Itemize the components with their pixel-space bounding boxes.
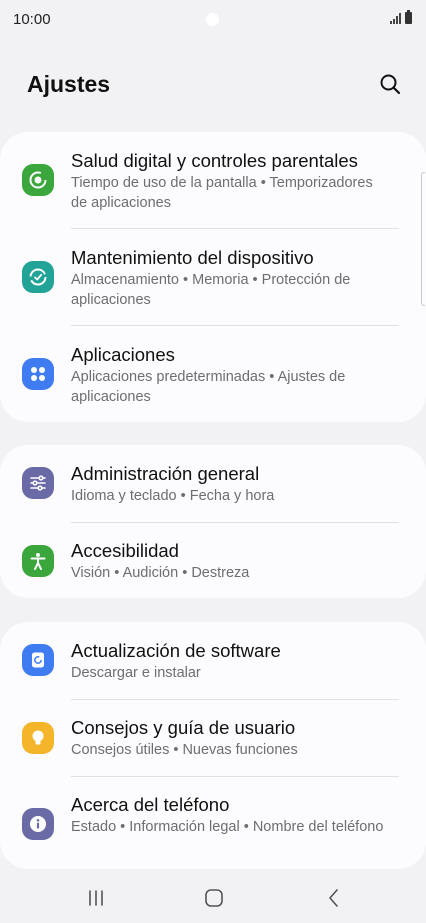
device-care-icon: [22, 261, 54, 293]
apps-icon: [22, 358, 54, 390]
item-subtitle: Almacenamiento • Memoria • Protección de…: [71, 272, 351, 308]
home-icon: [205, 889, 223, 907]
item-subtitle: Estado • Información legal • Nombre del …: [71, 819, 384, 835]
header: Ajustes: [0, 60, 426, 110]
accessibility-icon: [22, 545, 54, 577]
item-subtitle: Descargar e instalar: [71, 665, 201, 681]
item-title: Mantenimiento del dispositivo: [71, 247, 314, 268]
item-title: Acerca del teléfono: [71, 794, 230, 815]
about-phone-item[interactable]: Acerca del teléfono Estado • Información…: [0, 777, 426, 869]
accessibility-item[interactable]: Accesibilidad Visión • Audición • Destre…: [0, 523, 426, 598]
item-title: Accesibilidad: [71, 540, 179, 561]
item-title: Consejos y guía de usuario: [71, 717, 296, 738]
page-title: Ajustes: [27, 71, 111, 97]
back-button[interactable]: [319, 885, 349, 911]
sliders-icon: [22, 467, 54, 499]
item-subtitle: Idioma y teclado • Fecha y hora: [71, 488, 275, 504]
status-time: 10:00: [13, 11, 51, 28]
signal-icon: [390, 12, 401, 24]
battery-icon: [405, 10, 412, 24]
search-button[interactable]: [374, 68, 406, 100]
recents-icon: [89, 890, 103, 906]
scrollbar-handle[interactable]: [421, 172, 425, 306]
lightbulb-icon: [22, 722, 54, 754]
software-update-icon: [22, 644, 54, 676]
info-icon: [22, 808, 54, 840]
software-update-item[interactable]: Actualización de software Descargar e in…: [0, 622, 426, 699]
home-button[interactable]: [199, 885, 229, 911]
item-subtitle: Visión • Audición • Destreza: [71, 565, 250, 581]
navigation-bar: [0, 873, 426, 923]
item-subtitle: Aplicaciones predeterminadas • Ajustes d…: [71, 369, 346, 405]
back-icon: [329, 889, 338, 907]
status-bar: 10:00: [0, 0, 426, 40]
settings-card-1: Salud digital y controles parentales Tie…: [0, 132, 426, 422]
item-title: Administración general: [71, 463, 260, 484]
settings-card-3: Actualización de software Descargar e in…: [0, 622, 426, 869]
recents-button[interactable]: [81, 885, 111, 911]
apps-item[interactable]: Aplicaciones Aplicaciones predeterminada…: [0, 326, 426, 422]
tips-item[interactable]: Consejos y guía de usuario Consejos útil…: [0, 700, 426, 777]
status-icons: [390, 10, 412, 24]
search-icon: [380, 74, 401, 95]
item-subtitle: Tiempo de uso de la pantalla • Temporiza…: [71, 175, 373, 211]
digital-wellbeing-item[interactable]: Salud digital y controles parentales Tie…: [0, 132, 426, 229]
item-title: Aplicaciones: [71, 344, 175, 365]
device-care-item[interactable]: Mantenimiento del dispositivo Almacenami…: [0, 229, 426, 326]
item-subtitle: Consejos útiles • Nuevas funciones: [71, 742, 298, 758]
item-title: Salud digital y controles parentales: [71, 150, 358, 171]
item-title: Actualización de software: [71, 640, 281, 661]
general-management-item[interactable]: Administración general Idioma y teclado …: [0, 445, 426, 522]
front-camera: [206, 13, 219, 26]
settings-card-2: Administración general Idioma y teclado …: [0, 445, 426, 598]
digital-wellbeing-icon: [22, 164, 54, 196]
